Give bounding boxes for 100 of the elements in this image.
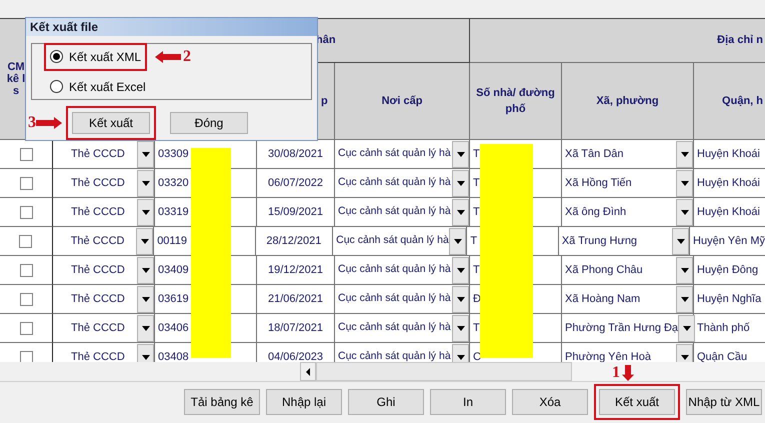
column-header: Quận, h	[722, 94, 763, 109]
row-checkbox[interactable]	[20, 148, 32, 160]
dropdown-button[interactable]	[676, 198, 693, 226]
table-cell-text: Xã ông Đình	[565, 204, 626, 220]
dropdown-button[interactable]	[137, 314, 154, 342]
table-cell-text: Thẻ CCCD	[71, 262, 125, 278]
row-checkbox[interactable]	[20, 322, 32, 334]
table-cell-text: T	[473, 146, 480, 162]
caret-down-icon	[676, 238, 685, 244]
table-cell-text: Cục cảnh sát quản lý hà	[338, 146, 451, 162]
dropdown-button[interactable]	[676, 286, 693, 312]
row-checkbox[interactable]	[20, 350, 32, 362]
caret-down-icon	[680, 296, 688, 302]
group-header: Địa chỉ n	[717, 33, 763, 48]
table-cell-text: Phường Trần Hưng Đạ	[565, 320, 678, 336]
dropdown-button[interactable]	[136, 228, 154, 254]
table-cell-text: Thẻ CCCD	[71, 146, 125, 162]
caret-down-icon	[680, 268, 688, 272]
dialog-button[interactable]: Kết xuất	[72, 112, 150, 134]
row-checkbox[interactable]	[19, 234, 32, 248]
toolbar-button[interactable]: In	[430, 389, 506, 415]
table-cell-text: Thẻ CCCD	[71, 176, 125, 191]
column-header: Số nhà/ đường phố	[475, 86, 556, 117]
table-cell-text: T	[473, 262, 480, 278]
toolbar-button[interactable]: Nhập lại	[266, 389, 342, 415]
row-checkbox[interactable]	[20, 292, 32, 306]
radio-option[interactable]: Kết xuất Excel	[46, 74, 150, 98]
dropdown-button[interactable]	[678, 314, 696, 342]
row-checkbox[interactable]	[20, 206, 32, 218]
table-cell-text: Xã Hồng Tiến	[565, 176, 632, 191]
radio-option[interactable]: Kết xuất XML	[46, 44, 146, 68]
table-cell-text: Quận Cầu	[697, 350, 748, 362]
table-cell-text: C	[473, 350, 481, 362]
column-header: CM kê l s	[6, 61, 26, 97]
table-cell-text: 19/12/2021	[268, 262, 324, 278]
dropdown-button[interactable]	[137, 286, 154, 312]
dropdown-button[interactable]	[137, 198, 154, 226]
table-cell-text: 03619	[158, 292, 189, 307]
column-header: Nơi cấp	[382, 94, 422, 109]
dropdown-button[interactable]	[676, 140, 693, 168]
table-cell-text: Cục cảnh sát quản lý hà	[338, 320, 451, 336]
table-cell-text: 28/12/2021	[266, 234, 322, 249]
table-cell-text: Huyện Yên Mỹ	[693, 234, 765, 249]
step-number: 3	[28, 115, 36, 131]
caret-down-icon	[680, 354, 688, 360]
dropdown-button[interactable]	[452, 314, 469, 342]
dropdown-button[interactable]	[137, 256, 154, 284]
table-cell-text: T	[473, 176, 480, 191]
dropdown-button[interactable]	[676, 256, 693, 284]
table-cell-text: 03408	[158, 350, 189, 362]
table-cell-text: 00119	[157, 234, 187, 249]
table-cell-text: Huyện Khoái	[697, 204, 760, 220]
table-cell-text: Xã Phong Châu	[565, 262, 643, 278]
table-cell-text: Xã Trung Hưng	[562, 234, 638, 249]
table-cell-text: Huyện Nghĩa	[697, 292, 762, 307]
dialog-button[interactable]: Đóng	[170, 112, 248, 134]
dropdown-button[interactable]	[452, 286, 469, 312]
dropdown-button[interactable]	[452, 256, 469, 284]
caret-down-icon	[456, 152, 464, 156]
dialog-title: Kết xuất file	[30, 19, 98, 36]
table-cell-text: Thẻ CCCD	[71, 350, 125, 362]
table-cell-text: 03409	[158, 262, 189, 278]
dropdown-button[interactable]	[672, 228, 690, 254]
dropdown-button[interactable]	[137, 170, 154, 196]
caret-down-icon	[142, 354, 150, 360]
caret-down-icon	[142, 180, 150, 186]
table-cell-text: Thẻ CCCD	[71, 292, 125, 307]
table-cell-text: 03319	[158, 204, 189, 220]
toolbar-button[interactable]: Xóa	[512, 389, 588, 415]
row-checkbox[interactable]	[20, 176, 32, 190]
caret-down-icon	[456, 268, 464, 272]
table-cell-text: 03320	[158, 176, 189, 191]
caret-down-icon	[142, 268, 150, 272]
table-cell-text: T	[473, 320, 480, 336]
scrollbar-thumb[interactable]	[316, 362, 572, 381]
table-cell-text: Phường Yên Hoà	[565, 350, 651, 362]
scroll-left-button[interactable]	[300, 362, 316, 381]
caret-down-icon	[680, 180, 688, 186]
toolbar-button[interactable]: Kết xuất	[599, 389, 675, 415]
row-checkbox[interactable]	[20, 264, 32, 276]
dropdown-button[interactable]	[452, 140, 469, 168]
table-cell-text: 15/09/2021	[268, 204, 324, 220]
dropdown-button[interactable]	[452, 198, 469, 226]
table-cell-text: Cục cảnh sát quản lý hà	[338, 291, 451, 306]
caret-down-icon	[680, 152, 688, 156]
arrow-right-icon	[36, 117, 62, 129]
toolbar-button[interactable]: Ghi	[348, 389, 424, 415]
table-cell-text: Cục cảnh sát quản lý hà	[336, 233, 449, 248]
step-number: 1	[612, 365, 620, 381]
table-cell-text: Cục cảnh sát quản lý hà	[338, 262, 451, 278]
caret-down-icon	[456, 296, 464, 302]
dropdown-button[interactable]	[676, 170, 693, 196]
toolbar-button[interactable]: Tải bảng kê	[184, 389, 260, 415]
dropdown-button[interactable]	[449, 228, 466, 254]
dropdown-button[interactable]	[137, 140, 154, 168]
table-cell-text: 04/06/2023	[268, 350, 324, 362]
dropdown-button[interactable]	[452, 170, 469, 196]
column-header: p	[321, 94, 328, 109]
column-header: Xã, phường	[596, 94, 659, 109]
toolbar-button[interactable]: Nhập từ XML	[686, 389, 762, 415]
